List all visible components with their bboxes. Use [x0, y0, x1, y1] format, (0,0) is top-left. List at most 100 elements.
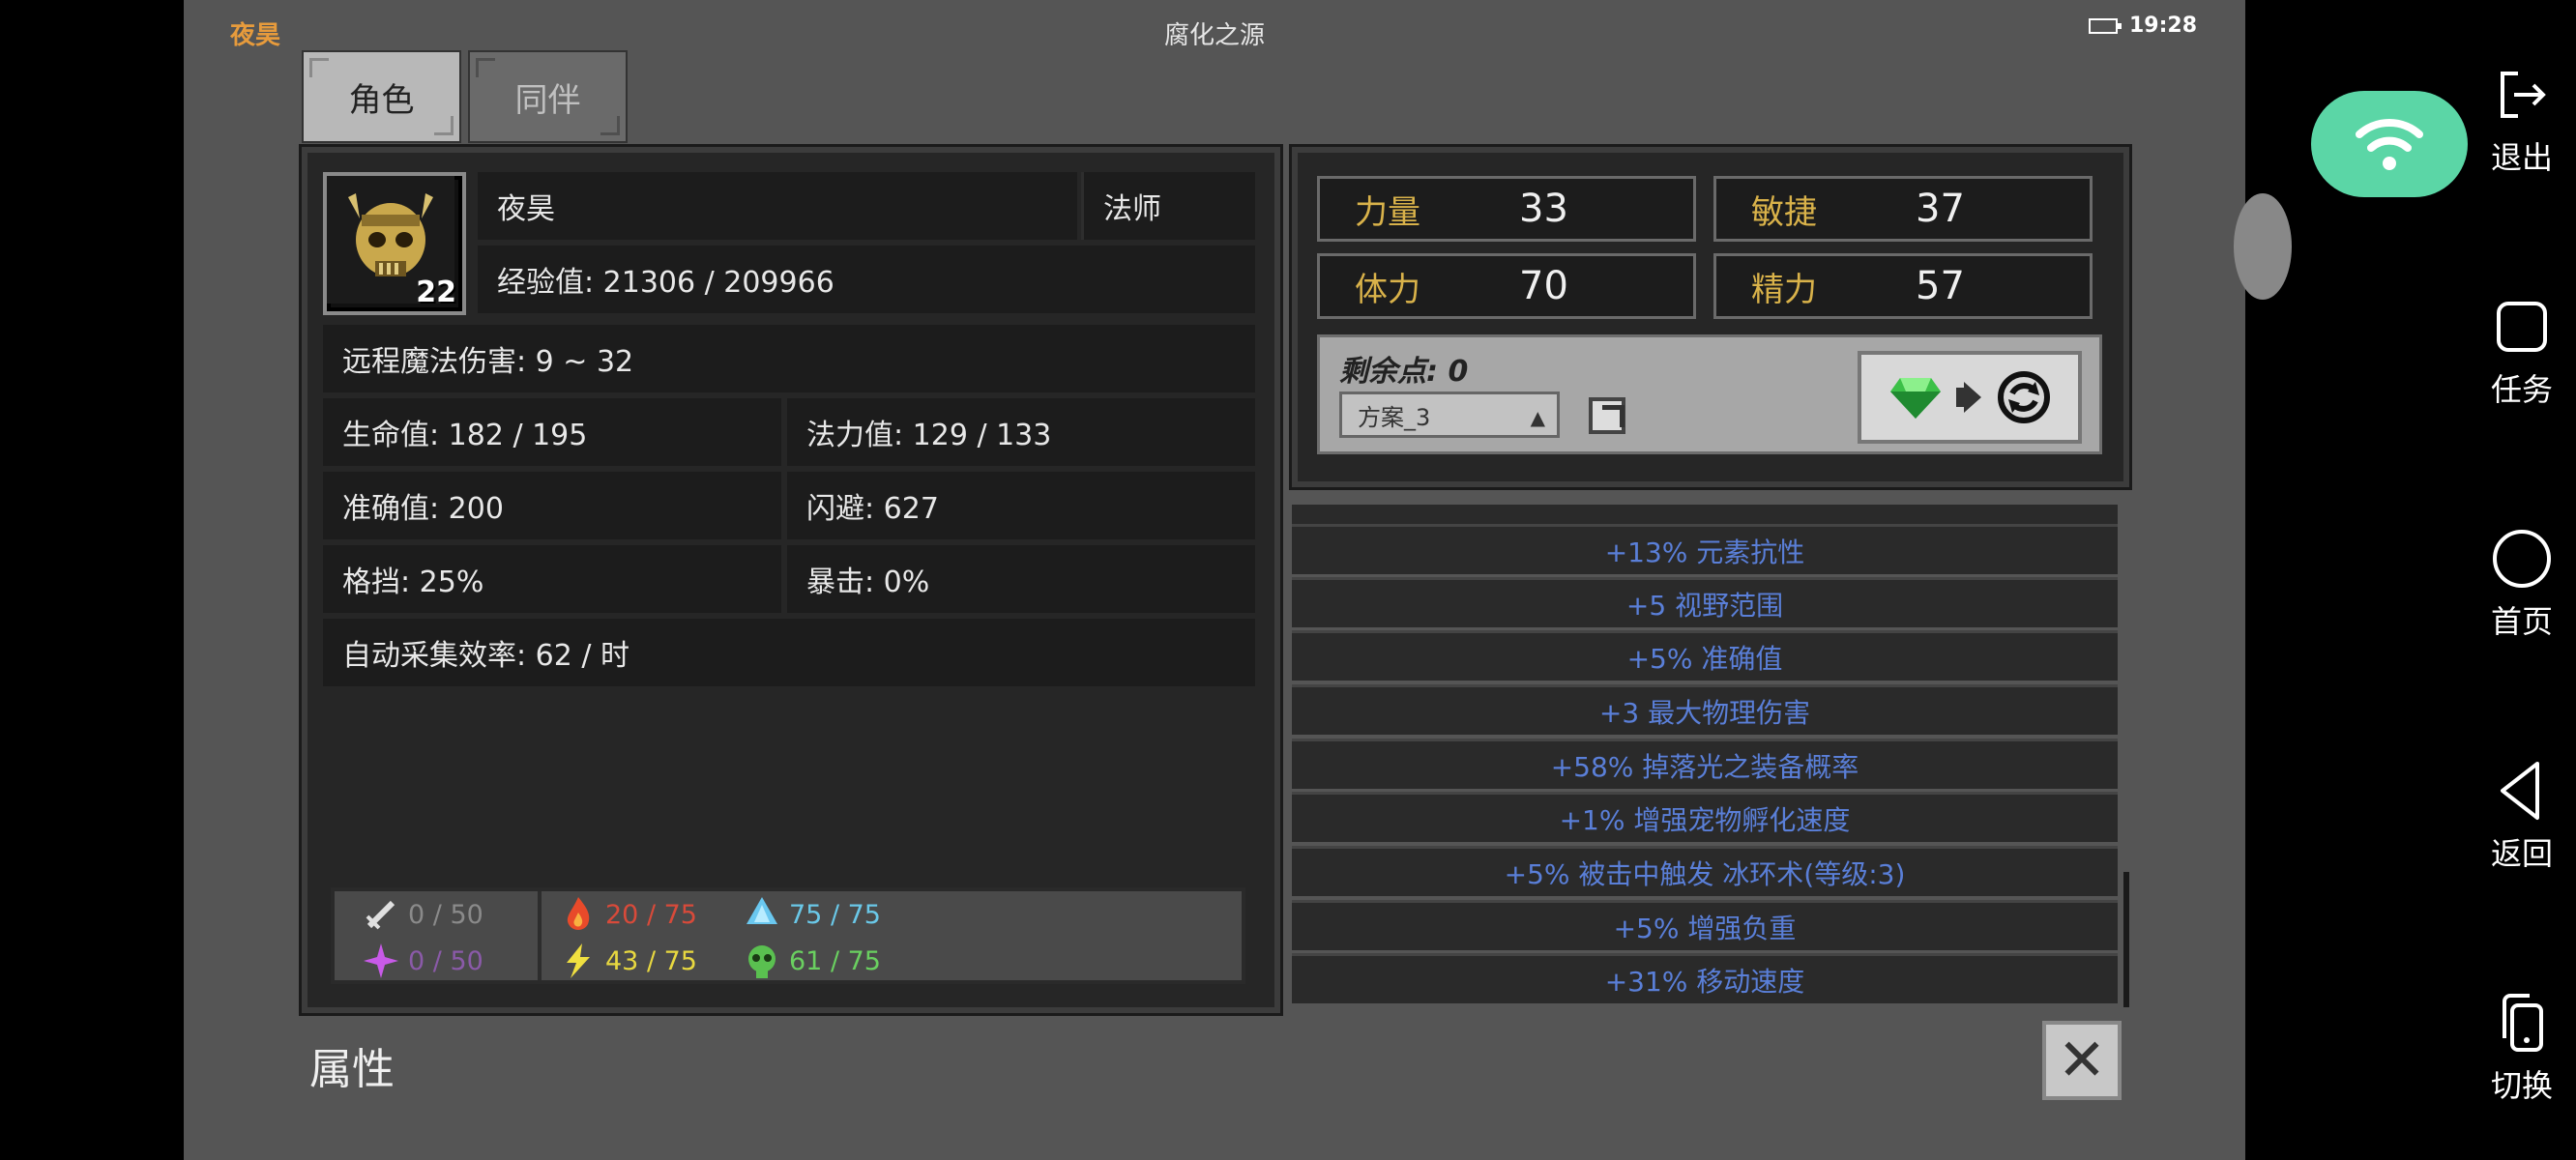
attribute-name: 力量: [1355, 192, 1420, 232]
character-level: 22: [416, 276, 456, 309]
home-icon: [2464, 528, 2576, 590]
side-task-label: 任务: [2490, 371, 2553, 408]
tab-companion-label: 同伴: [514, 80, 581, 120]
attribute-strength: 力量 33: [1317, 176, 1696, 242]
close-icon: ✕: [2057, 1027, 2107, 1094]
poison-skull-icon: [748, 945, 776, 978]
physical-resistance: 0 / 50: [362, 895, 483, 934]
resistance-panel: 0 / 50 0 / 50 20 / 75 43 / 75 75 / 75 61…: [331, 887, 1245, 984]
arrow-right-icon: [1956, 382, 1981, 413]
hp-value: 生命值: 182 / 195: [323, 398, 781, 466]
list-item: +1% 增强宠物孵化速度: [1292, 792, 2118, 842]
switch-icon: [2464, 992, 2576, 1054]
side-exit-button[interactable]: 退出: [2464, 64, 2576, 178]
refresh-icon: [1998, 371, 2050, 423]
back-icon: [2464, 760, 2576, 822]
auto-gather-rate: 自动采集效率: 62 / 时: [323, 619, 1255, 686]
poison-resistance: 61 / 75: [743, 942, 881, 980]
list-item: +58% 掉落光之装备概率: [1292, 739, 2118, 789]
side-switch-button[interactable]: 切换: [2464, 992, 2576, 1106]
cold-resistance: 75 / 75: [743, 895, 881, 934]
experience: 经验值: 21306 / 209966: [478, 246, 1255, 313]
arcane-resistance: 0 / 50: [362, 942, 483, 980]
export-icon[interactable]: [1589, 397, 1625, 434]
attribute-agility: 敏捷 37: [1713, 176, 2093, 242]
tab-companion[interactable]: 同伴: [468, 50, 628, 143]
sword-icon: [366, 900, 395, 930]
close-button[interactable]: ✕: [2042, 1021, 2122, 1100]
wifi-icon: [2356, 119, 2423, 170]
wifi-button[interactable]: [2311, 91, 2468, 197]
mp-value: 法力值: 129 / 133: [787, 398, 1255, 466]
list-item: +31% 移动速度: [1292, 953, 2118, 1003]
affix-list[interactable]: +13% 元素抗性 +5 视野范围 +5% 准确值 +3 最大物理伤害 +58%…: [1292, 505, 2129, 1011]
remaining-points: 剩余点: 0: [1339, 355, 1469, 389]
page-title: 属性: [309, 1045, 395, 1094]
physical-resistance-value: 0 / 50: [408, 899, 483, 930]
list-item: +5% 被击中触发 冰环术(等级:3): [1292, 846, 2118, 896]
corner-decoration: [476, 58, 495, 77]
convert-points-button[interactable]: [1858, 351, 2082, 444]
app-title: 腐化之源: [1163, 21, 1265, 50]
list-item: +3 最大物理伤害: [1292, 684, 2118, 735]
side-back-label: 返回: [2490, 835, 2553, 872]
list-item: +5% 增强负重: [1292, 900, 2118, 950]
character-stats-panel: 22 夜昊 法师 经验值: 21306 / 209966 远程魔法伤害: 9 ~…: [299, 144, 1283, 1016]
corner-decoration: [309, 58, 329, 77]
poison-resistance-value: 61 / 75: [789, 945, 881, 976]
side-task-button[interactable]: 任务: [2464, 296, 2576, 410]
corner-decoration: [434, 116, 454, 135]
attribute-value: 37: [1916, 187, 1965, 231]
attribute-name: 体力: [1355, 270, 1420, 309]
game-window: 夜昊 腐化之源 19:28 角色 同伴 22 夜昊 法师 经验值: 21306 …: [184, 0, 2245, 1160]
arcane-burst-icon: [364, 943, 398, 978]
character-portrait[interactable]: 22: [323, 172, 466, 315]
scheme-select[interactable]: 方案_3 ▲: [1339, 392, 1560, 438]
corner-decoration: [600, 116, 620, 135]
exit-icon: [2464, 64, 2576, 126]
arcane-resistance-value: 0 / 50: [408, 945, 483, 976]
attribute-panel: 力量 33 敏捷 37 体力 70 精力 57 剩余点: 0 方案_3 ▲: [1289, 144, 2132, 490]
battery-icon: [2088, 17, 2122, 34]
fire-icon: [567, 897, 590, 930]
attribute-value: 33: [1519, 187, 1568, 231]
attribute-value: 57: [1916, 264, 1965, 308]
attribute-name: 精力: [1751, 270, 1817, 309]
lightning-resistance: 43 / 75: [559, 942, 697, 980]
points-box: 剩余点: 0 方案_3 ▲: [1317, 334, 2102, 454]
tab-character[interactable]: 角色: [302, 50, 461, 143]
character-name: 夜昊: [478, 172, 1077, 240]
side-home-button[interactable]: 首页: [2464, 528, 2576, 642]
floating-assistant-icon[interactable]: [2234, 193, 2292, 300]
attribute-stamina: 体力 70: [1317, 253, 1696, 319]
accuracy-value: 准确值: 200: [323, 472, 781, 539]
tab-character-label: 角色: [348, 80, 415, 120]
character-class: 法师: [1081, 172, 1255, 240]
divider: [538, 891, 542, 980]
clock: 19:28: [2128, 14, 2197, 38]
cold-resistance-value: 75 / 75: [789, 899, 881, 930]
ice-crystal-icon: [746, 897, 777, 924]
list-item: +13% 元素抗性: [1292, 524, 2118, 574]
fire-resistance: 20 / 75: [559, 895, 697, 934]
evasion-value: 闪避: 627: [787, 472, 1255, 539]
attribute-name: 敏捷: [1751, 192, 1817, 232]
attribute-value: 70: [1519, 264, 1568, 308]
affix-row-partial: [1292, 505, 2118, 526]
caret-up-icon: ▲: [1530, 406, 1545, 429]
crit-value: 暴击: 0%: [787, 545, 1255, 613]
system-side-panel: 退出 任务 首页 返回 切换: [2234, 0, 2576, 1160]
ranged-magic-damage: 远程魔法伤害: 9 ~ 32: [323, 325, 1255, 392]
attribute-energy: 精力 57: [1713, 253, 2093, 319]
list-item: +5 视野范围: [1292, 577, 2118, 627]
emerald-icon: [1890, 378, 1941, 419]
scrollbar[interactable]: [2123, 872, 2129, 1007]
task-icon: [2464, 296, 2576, 358]
side-exit-label: 退出: [2490, 139, 2553, 176]
side-back-button[interactable]: 返回: [2464, 760, 2576, 874]
block-value: 格挡: 25%: [323, 545, 781, 613]
scheme-value: 方案_3: [1358, 403, 1431, 431]
side-home-label: 首页: [2490, 603, 2553, 640]
list-item: +5% 准确值: [1292, 630, 2118, 681]
fire-resistance-value: 20 / 75: [605, 899, 697, 930]
